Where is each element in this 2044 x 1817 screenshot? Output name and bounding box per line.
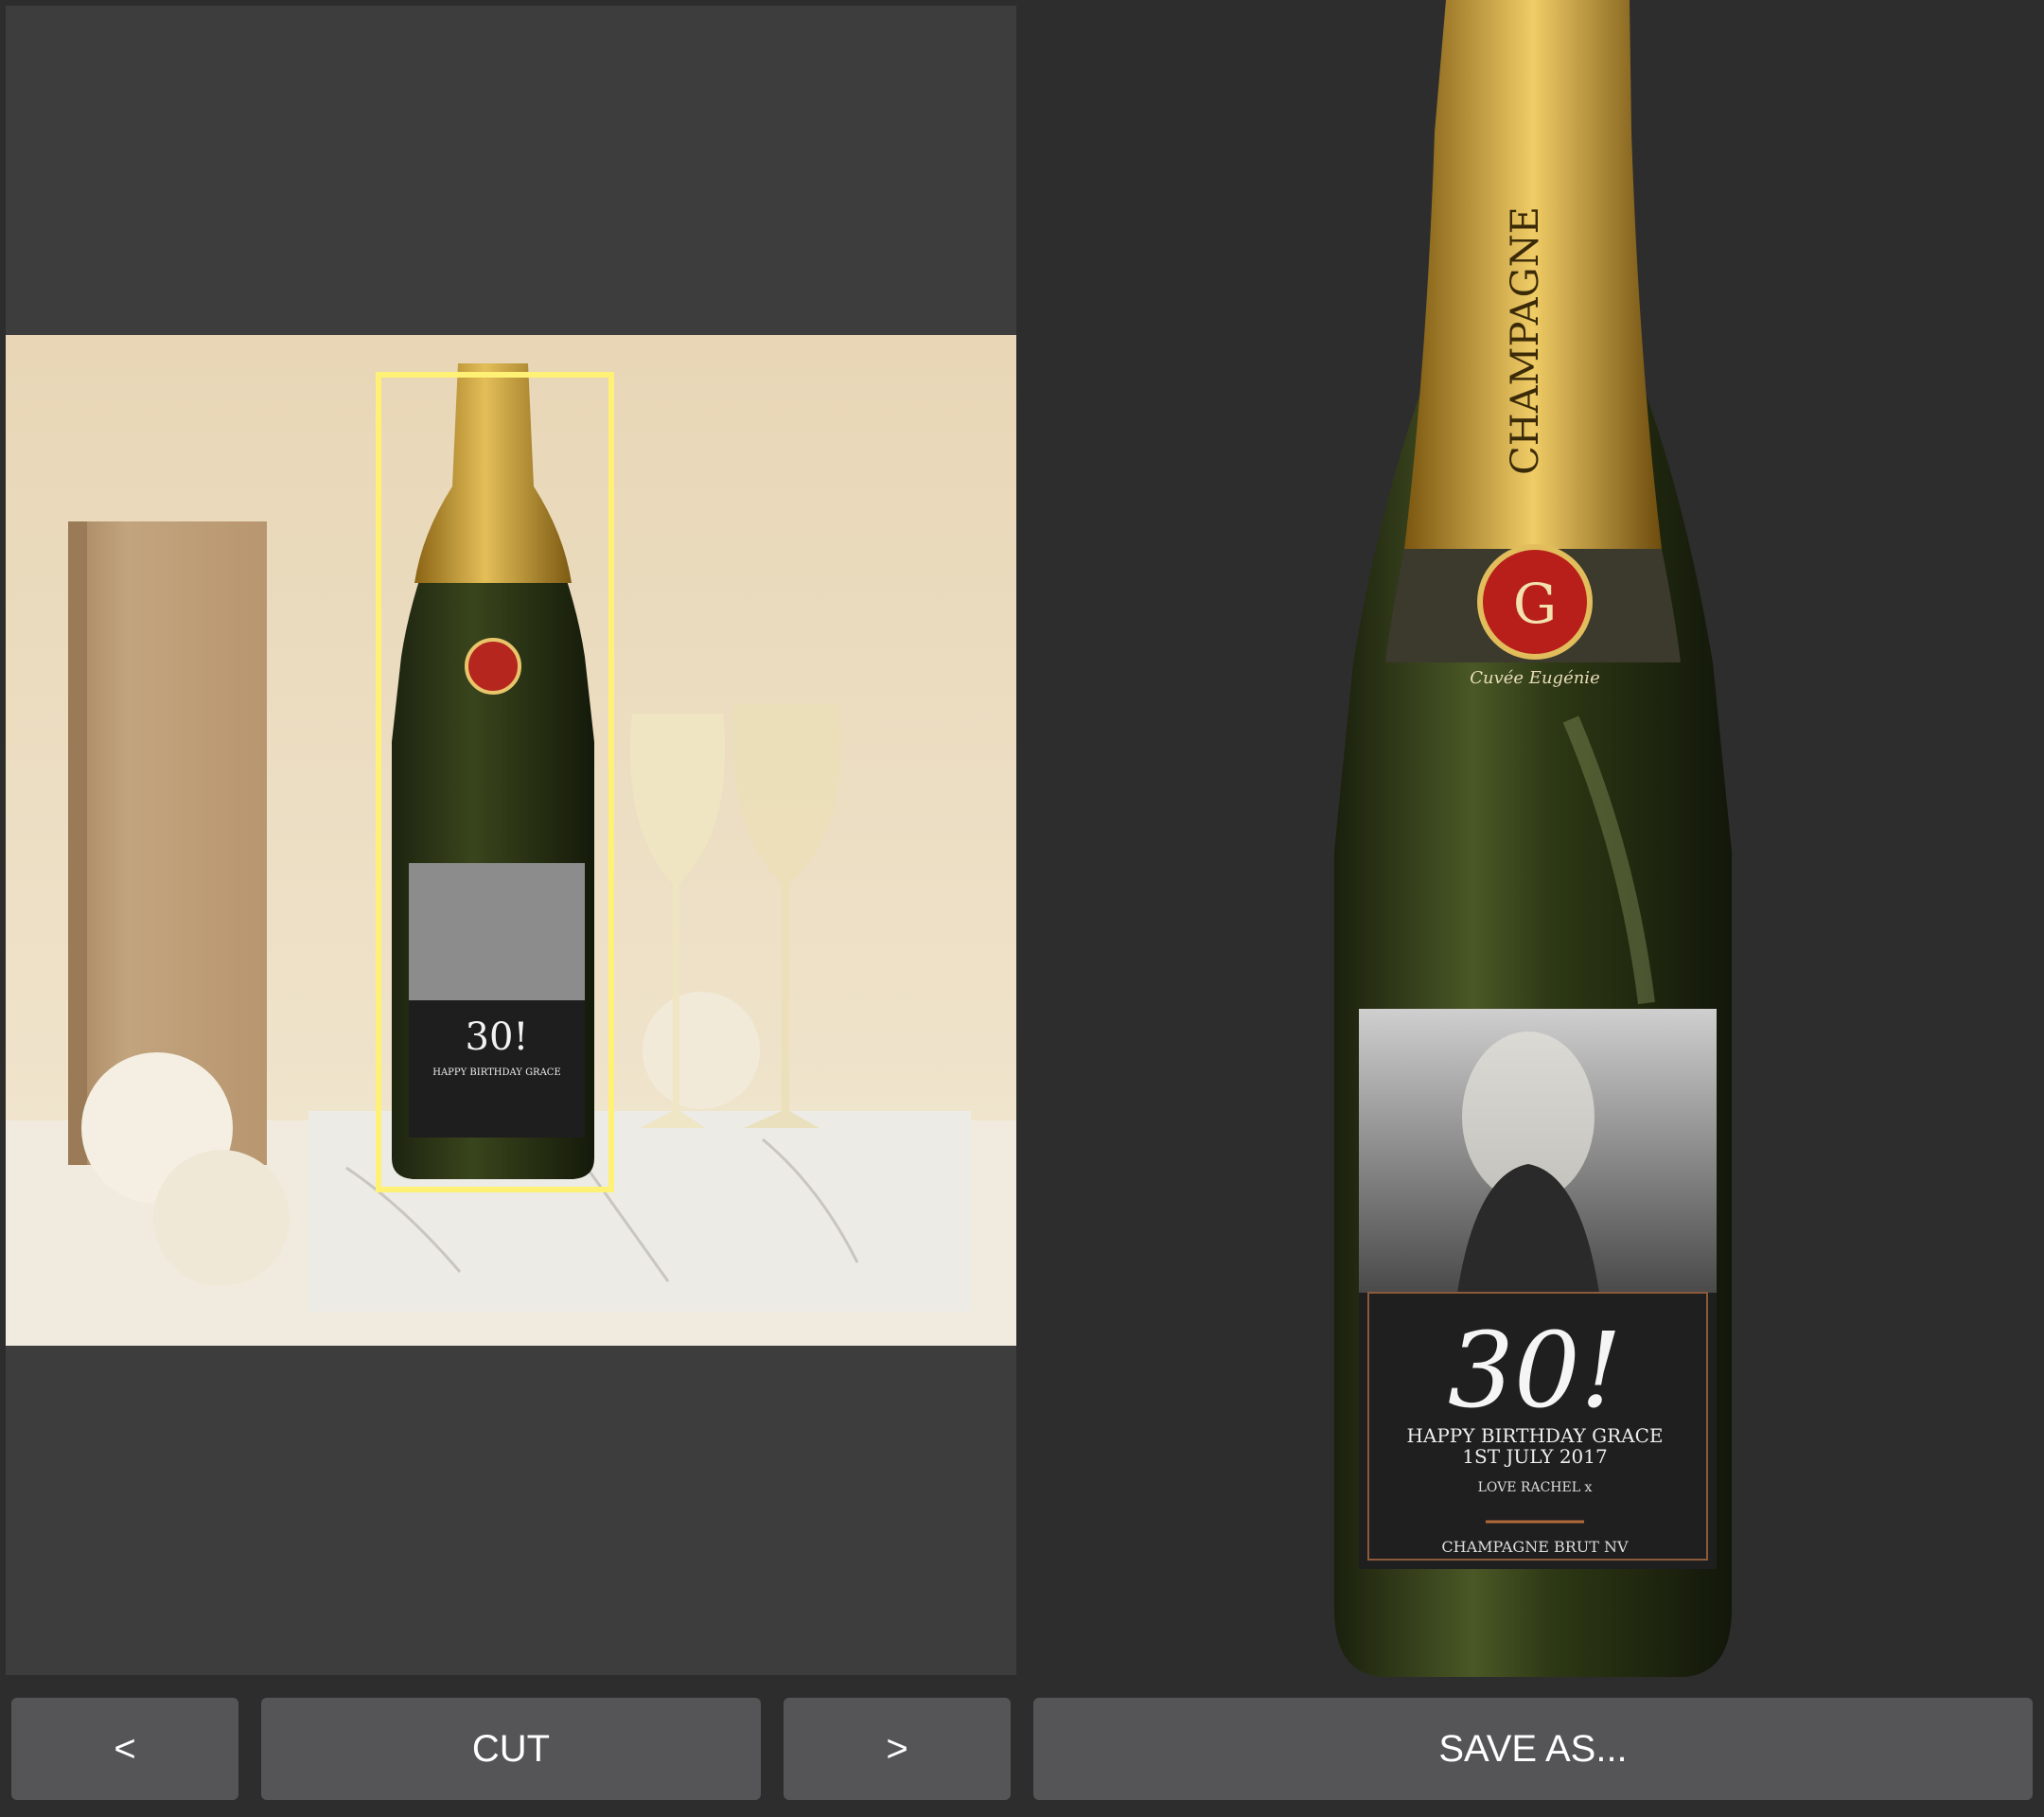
chevron-right-icon: > (886, 1727, 908, 1770)
previous-button[interactable]: < (11, 1698, 238, 1800)
chevron-left-icon: < (114, 1727, 136, 1770)
save-as-label: SAVE AS... (1438, 1727, 1628, 1770)
label-number: 30! (1448, 1310, 1622, 1431)
seal-monogram: G (1513, 572, 1557, 636)
label-line2: 1ST JULY 2017 (1462, 1445, 1607, 1468)
selection-rectangle[interactable] (376, 372, 614, 1192)
cut-button[interactable]: CUT (261, 1698, 761, 1800)
next-button[interactable]: > (784, 1698, 1011, 1800)
paper-ball (153, 1150, 290, 1286)
seal-text: Cuvée Eugénie (1470, 668, 1599, 688)
label-line3: LOVE RACHEL x (1478, 1480, 1593, 1495)
label-line4: CHAMPAGNE BRUT NV (1441, 1538, 1629, 1556)
cut-button-label: CUT (471, 1727, 551, 1770)
save-as-button[interactable]: SAVE AS... (1033, 1698, 2033, 1800)
label-line1: HAPPY BIRTHDAY GRACE (1406, 1424, 1663, 1447)
neck-text: CHAMPAGNE (1504, 206, 1547, 475)
cut-result-image: CHAMPAGNE G Cuvée Eugénie 30! HAPPY BIRT… (1287, 0, 1779, 1685)
paper-ball (643, 992, 760, 1109)
